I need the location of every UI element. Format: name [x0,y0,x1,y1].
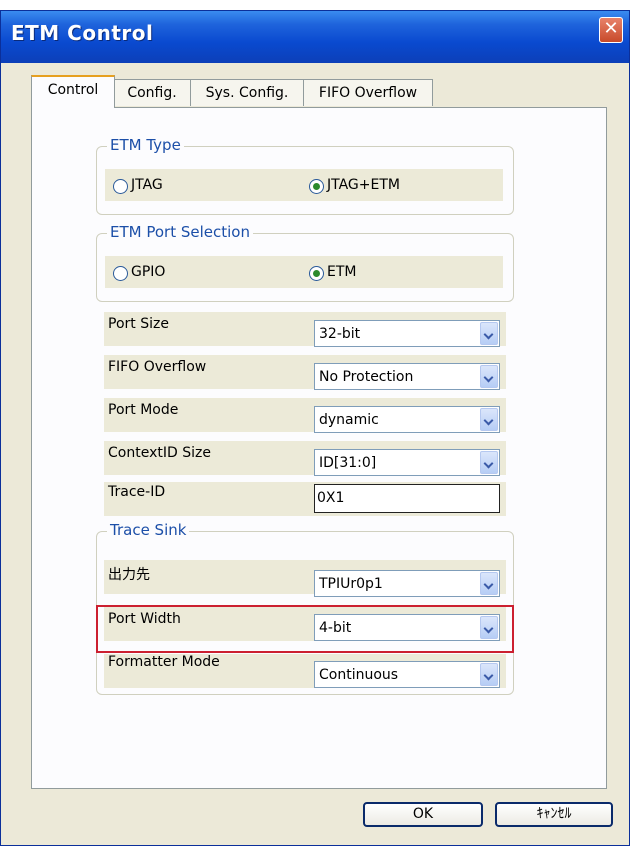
radio-jtag-label: JTAG [131,177,163,193]
port-mode-select[interactable]: dynamic [314,406,500,433]
window-title: ETM Control [11,21,154,45]
radio-jtag[interactable] [113,179,128,194]
output-destination-label: 出力先 [108,567,150,583]
tab-control[interactable]: Control [31,75,115,108]
port-mode-label: Port Mode [108,402,179,418]
etm-port-selection-group: ETM Port Selection GPIO ETM [96,223,514,302]
tab-fifo-overflow[interactable]: FIFO Overflow [303,79,433,106]
cropped-caption-text [0,0,630,9]
port-size-label: Port Size [108,316,169,332]
chevron-down-icon[interactable] [480,408,498,431]
tab-sys-config[interactable]: Sys. Config. [190,79,304,106]
cancel-button[interactable]: ｷｬﾝｾﾙ [495,802,613,827]
trace-id-input[interactable]: 0X1 [314,484,500,513]
port-width-highlight-box [96,605,514,653]
output-destination-select[interactable]: TPIUr0p1 [314,570,500,597]
formatter-mode-label: Formatter Mode [108,654,220,670]
contextid-size-select[interactable]: ID[31:0] [314,449,500,476]
etm-control-dialog: ETM Control ✕ Config. Sys. Config. FIFO … [0,10,630,846]
formatter-mode-select[interactable]: Continuous [314,661,500,688]
port-size-value: 32-bit [319,326,361,342]
chevron-down-icon[interactable] [480,365,498,388]
tab-config[interactable]: Config. [113,79,191,106]
control-tab-panel: ETM Type JTAG JTAG+ETM ETM Port Selectio… [31,107,607,789]
trace-id-label: Trace-ID [108,484,166,500]
contextid-size-value: ID[31:0] [319,455,377,471]
radio-gpio[interactable] [113,266,128,281]
chevron-down-icon[interactable] [480,572,498,595]
etm-port-selection-legend: ETM Port Selection [107,223,253,241]
fifo-overflow-select[interactable]: No Protection [314,363,500,390]
port-size-select[interactable]: 32-bit [314,320,500,347]
ok-button[interactable]: OK [363,802,483,827]
radio-etm-label: ETM [327,264,357,280]
output-destination-value: TPIUr0p1 [319,576,383,592]
radio-etm[interactable] [309,266,324,281]
port-mode-value: dynamic [319,412,379,428]
etm-type-legend: ETM Type [107,136,184,154]
fifo-overflow-value: No Protection [319,369,414,385]
radio-jtag-etm-label: JTAG+ETM [327,177,400,193]
contextid-size-label: ContextID Size [108,445,211,461]
radio-gpio-label: GPIO [131,264,166,280]
radio-jtag-etm[interactable] [309,179,324,194]
etm-type-group: ETM Type JTAG JTAG+ETM [96,136,514,215]
fifo-overflow-label: FIFO Overflow [108,359,207,375]
chevron-down-icon[interactable] [480,322,498,345]
chevron-down-icon[interactable] [480,451,498,474]
chevron-down-icon[interactable] [480,663,498,686]
formatter-mode-value: Continuous [319,667,399,683]
close-icon[interactable]: ✕ [599,17,623,43]
trace-sink-legend: Trace Sink [107,521,190,539]
title-bar[interactable]: ETM Control ✕ [1,11,629,63]
